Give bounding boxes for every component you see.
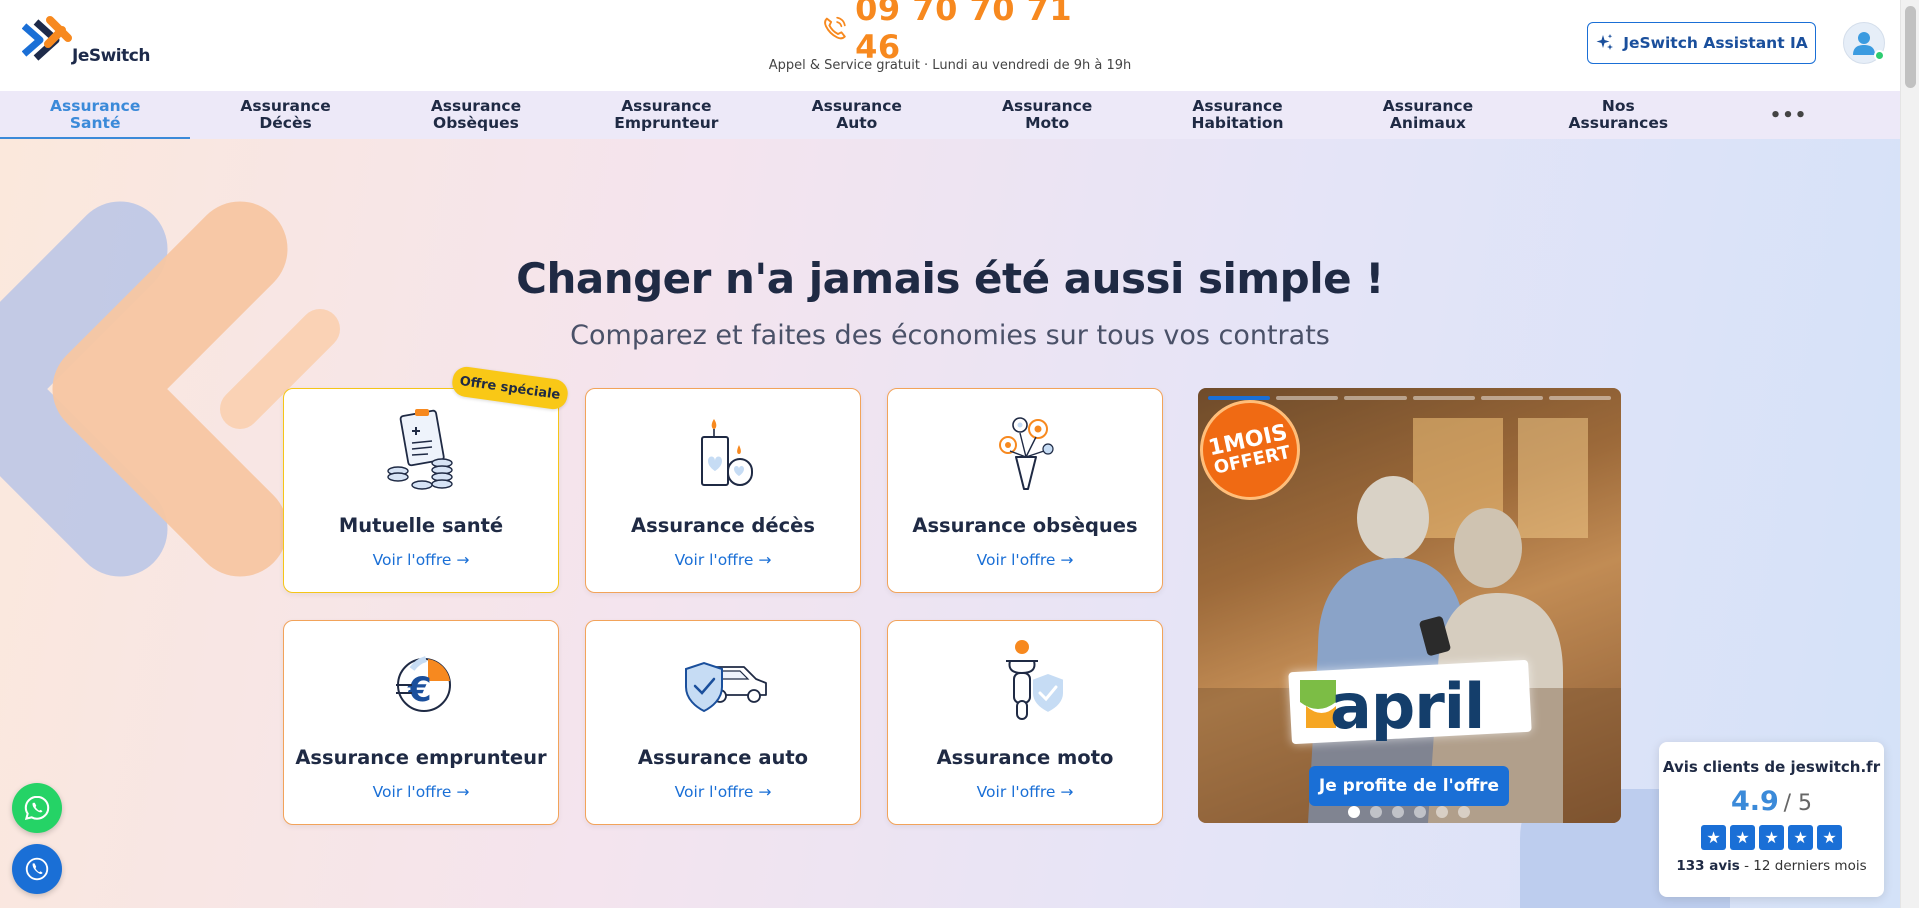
health-insurance-icon <box>387 409 453 490</box>
hero-title: Changer n'a jamais été aussi simple ! <box>516 254 1384 303</box>
phone-block[interactable]: 09 70 70 71 46 <box>820 0 1090 66</box>
nav-item-assurance-habitation[interactable]: Assurance Habitation <box>1142 91 1332 139</box>
nav-item-assurance-deces[interactable]: Assurance Décès <box>190 91 380 139</box>
nav-item-assurance-animaux[interactable]: Assurance Animaux <box>1333 91 1523 139</box>
special-offer-badge: Offre spéciale <box>450 365 570 411</box>
reviews-title: Avis clients de jeswitch.fr <box>1662 758 1881 776</box>
phone-subtitle: Appel & Service gratuit · Lundi au vendr… <box>768 58 1132 73</box>
hero-section: Changer n'a jamais été aussi simple ! Co… <box>0 139 1900 908</box>
star-icon: ★ <box>1759 825 1784 850</box>
card-title: Assurance emprunteur <box>295 746 547 769</box>
assistant-label: JeSwitch Assistant IA <box>1623 34 1808 52</box>
whatsapp-button[interactable] <box>12 783 62 833</box>
carousel-dot[interactable] <box>1458 806 1470 818</box>
scrollbar-thumb[interactable] <box>1905 6 1916 88</box>
card-link[interactable]: Voir l'offre → <box>888 783 1162 801</box>
card-mutuelle-sante[interactable]: Offre spéciale Mutuelle santé Voir l'off… <box>283 365 570 593</box>
card-link[interactable]: Voir l'offre → <box>888 551 1162 569</box>
phone-call-icon <box>25 857 49 881</box>
svg-text:€: € <box>407 670 432 710</box>
nav-item-assurance-auto[interactable]: Assurance Auto <box>762 91 952 139</box>
card-link[interactable]: Voir l'offre → <box>586 783 860 801</box>
candles-icon <box>701 419 753 486</box>
card-link[interactable]: Voir l'offre → <box>284 783 558 801</box>
promo-cta-button[interactable]: Je profite de l'offre <box>1309 766 1509 806</box>
card-assurance-auto[interactable]: Assurance auto Voir l'offre → <box>585 620 861 825</box>
card-title: Assurance obsèques <box>912 514 1138 537</box>
nav-item-assurance-obseques[interactable]: Assurance Obsèques <box>381 91 571 139</box>
card-title: Assurance auto <box>637 746 809 769</box>
flowers-icon <box>999 417 1054 490</box>
card-title: Assurance décès <box>631 514 815 537</box>
logo-text: JeSwitch <box>72 46 150 66</box>
call-button[interactable] <box>12 844 62 894</box>
euro-chart-icon: € <box>396 656 451 712</box>
phone-icon <box>824 16 846 40</box>
april-logo-text: april <box>1330 670 1485 743</box>
carousel-dot[interactable] <box>1370 806 1382 818</box>
nav-more-button[interactable]: ••• <box>1714 91 1864 139</box>
star-icon: ★ <box>1788 825 1813 850</box>
car-shield-icon <box>685 661 767 713</box>
reviews-score: 4.9 / 5 <box>1659 786 1884 817</box>
score-value: 4.9 <box>1730 786 1779 817</box>
card-assurance-moto[interactable]: Assurance moto Voir l'offre → <box>887 620 1163 825</box>
nav-item-assurance-moto[interactable]: Assurance Moto <box>952 91 1142 139</box>
carousel-dot[interactable] <box>1436 806 1448 818</box>
card-title: Mutuelle santé <box>338 514 504 537</box>
main-navigation: Assurance Santé Assurance Décès Assurance O… <box>0 91 1900 139</box>
score-max: / 5 <box>1783 791 1813 816</box>
moto-shield-icon <box>1006 640 1065 720</box>
carousel-dot[interactable] <box>1414 806 1426 818</box>
carousel-dots <box>1348 806 1470 818</box>
reviews-widget[interactable]: Avis clients de jeswitch.fr 4.9 / 5 ★ ★ … <box>1659 742 1884 897</box>
star-icon: ★ <box>1730 825 1755 850</box>
card-assurance-obseques[interactable]: Assurance obsèques Voir l'offre → <box>887 388 1163 593</box>
user-account-avatar[interactable] <box>1843 22 1885 64</box>
hero-subtitle: Comparez et faites des économies sur tou… <box>570 320 1330 351</box>
nav-item-assurance-sante[interactable]: Assurance Santé <box>0 91 191 139</box>
carousel-dot[interactable] <box>1348 806 1360 818</box>
jeswitch-logo[interactable]: JeSwitch <box>22 16 162 72</box>
nav-item-nos-assurances[interactable]: Nos Assurances <box>1523 91 1713 139</box>
assistant-ia-button[interactable]: JeSwitch Assistant IA <box>1587 22 1816 64</box>
phone-number[interactable]: 09 70 70 71 46 <box>855 0 1090 66</box>
card-assurance-emprunteur[interactable]: € Assurance emprunteur Voir l'offre → <box>283 620 559 825</box>
site-header: JeSwitch 09 70 70 71 46 Appel & Service … <box>0 0 1900 91</box>
whatsapp-icon <box>24 795 50 821</box>
carousel-dot[interactable] <box>1392 806 1404 818</box>
star-rating: ★ ★ ★ ★ ★ <box>1659 825 1884 850</box>
page-scrollbar[interactable] <box>1900 0 1919 908</box>
card-assurance-deces[interactable]: Assurance décès Voir l'offre → <box>585 388 861 593</box>
star-icon: ★ <box>1701 825 1726 850</box>
card-link[interactable]: Voir l'offre → <box>284 551 558 569</box>
card-link[interactable]: Voir l'offre → <box>586 551 860 569</box>
reviews-count: 133 avis - 12 derniers mois <box>1676 858 1867 874</box>
online-status-dot <box>1874 50 1885 61</box>
carousel-progress <box>1208 396 1612 400</box>
star-icon: ★ <box>1817 825 1842 850</box>
nav-item-assurance-emprunteur[interactable]: Assurance Emprunteur <box>571 91 761 139</box>
card-title: Assurance moto <box>936 746 1114 769</box>
promo-carousel[interactable]: 1MOIS OFFERT april Je profite de l'offre <box>1198 388 1621 823</box>
sparkle-icon <box>1596 34 1614 50</box>
